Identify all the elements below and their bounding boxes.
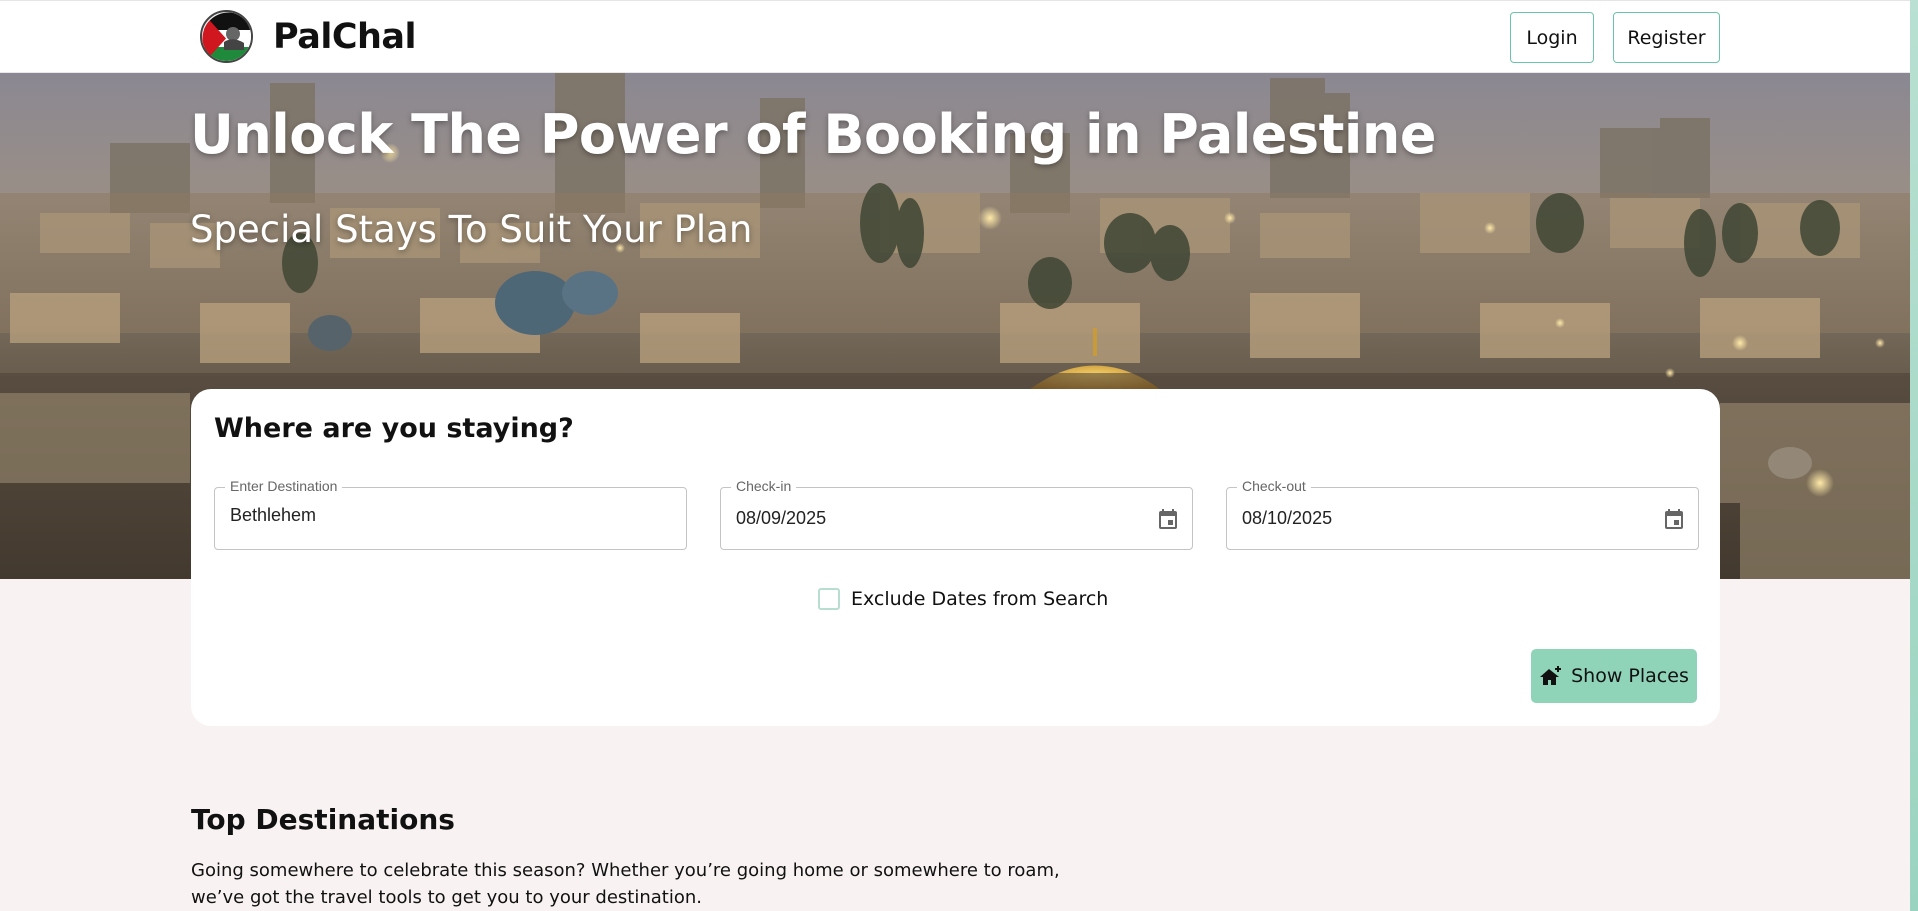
hero-subtitle: Special Stays To Suit Your Plan xyxy=(190,208,753,251)
checkin-value[interactable]: 08/09/2025 xyxy=(736,508,826,529)
calendar-icon[interactable] xyxy=(1662,507,1686,531)
top-navbar: PalChal Login Register xyxy=(0,0,1910,73)
calendar-icon[interactable] xyxy=(1156,507,1180,531)
house-add-icon xyxy=(1540,666,1562,685)
show-places-button[interactable]: Show Places xyxy=(1531,649,1697,703)
checkin-label: Check-in xyxy=(731,478,797,494)
top-destinations-title: Top Destinations xyxy=(191,803,455,836)
destination-field[interactable]: Enter Destination xyxy=(214,478,687,550)
show-places-label: Show Places xyxy=(1571,665,1689,687)
destination-input[interactable] xyxy=(230,505,660,526)
brand[interactable]: PalChal xyxy=(200,10,417,63)
checkin-field[interactable]: Check-in 08/09/2025 xyxy=(720,478,1193,550)
search-card: Where are you staying? Enter Destination… xyxy=(191,389,1720,726)
search-card-title: Where are you staying? xyxy=(214,413,574,444)
palchal-logo-icon xyxy=(200,10,253,63)
checkout-value[interactable]: 08/10/2025 xyxy=(1242,508,1332,529)
destination-label: Enter Destination xyxy=(225,478,343,494)
exclude-dates-label[interactable]: Exclude Dates from Search xyxy=(851,588,1108,610)
exclude-dates-checkbox[interactable] xyxy=(818,588,840,610)
exclude-dates-row[interactable]: Exclude Dates from Search xyxy=(818,588,1108,610)
right-edge-strip xyxy=(1910,0,1918,911)
checkout-label: Check-out xyxy=(1237,478,1311,494)
checkout-field[interactable]: Check-out 08/10/2025 xyxy=(1226,478,1699,550)
register-button[interactable]: Register xyxy=(1613,12,1720,63)
hero-title: Unlock The Power of Booking in Palestine xyxy=(190,103,1437,166)
top-destinations-description: Going somewhere to celebrate this season… xyxy=(191,860,1060,908)
brand-name: PalChal xyxy=(273,16,417,57)
login-button[interactable]: Login xyxy=(1510,12,1594,63)
